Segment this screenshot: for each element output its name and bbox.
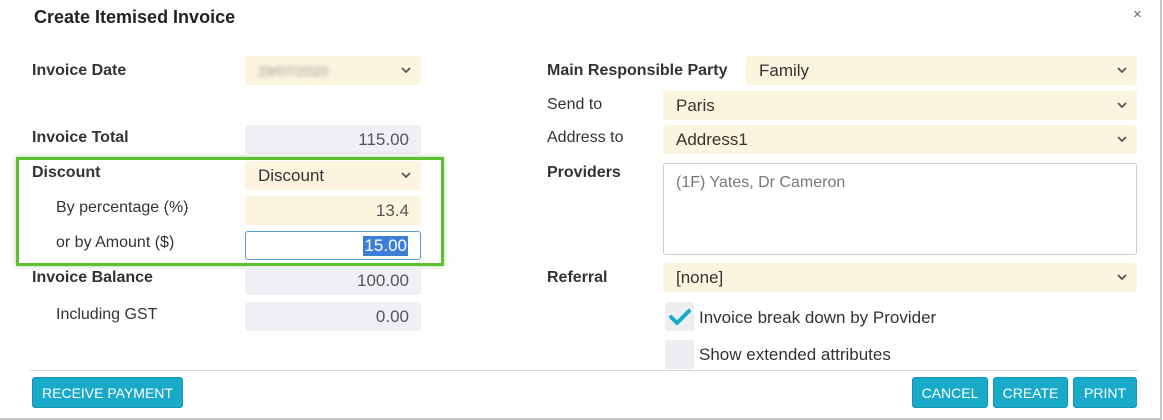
chevron-down-icon	[1117, 136, 1127, 143]
including-gst-label: Including GST	[56, 306, 158, 323]
create-invoice-dialog: Create Itemised Invoice × Invoice Date 2…	[0, 0, 1162, 420]
chevron-down-icon	[401, 67, 411, 74]
by-percentage-input[interactable]: 13.4	[245, 196, 421, 225]
providers-textarea[interactable]: (1F) Yates, Dr Cameron	[663, 163, 1137, 255]
referral-select[interactable]: [none]	[663, 263, 1137, 292]
invoice-total-field: 115.00	[245, 125, 421, 154]
invoice-balance-field: 100.00	[245, 266, 421, 295]
address-to-value: Address1	[676, 129, 748, 149]
main-party-select[interactable]: Family	[746, 56, 1137, 85]
chevron-down-icon	[1117, 102, 1127, 109]
invoice-balance-label: Invoice Balance	[32, 269, 153, 286]
invoice-date-select[interactable]: 29/07/2020	[245, 56, 421, 85]
extended-attributes-label[interactable]: Show extended attributes	[699, 345, 891, 365]
by-amount-label: or by Amount ($)	[56, 234, 175, 251]
main-party-value: Family	[759, 60, 810, 80]
breakdown-checkbox-label[interactable]: Invoice break down by Provider	[699, 308, 936, 328]
receive-payment-button[interactable]: RECEIVE PAYMENT	[32, 377, 183, 408]
send-to-label: Send to	[547, 96, 603, 113]
discount-value: Discount	[258, 165, 325, 185]
discount-select[interactable]: Discount	[245, 161, 421, 190]
providers-value: (1F) Yates, Dr Cameron	[676, 174, 846, 191]
main-party-label: Main Responsible Party	[547, 62, 728, 79]
extended-attributes-checkbox[interactable]	[665, 340, 694, 369]
invoice-date-label: Invoice Date	[32, 62, 127, 79]
dialog-title: Create Itemised Invoice	[34, 7, 236, 27]
referral-value: [none]	[676, 267, 724, 287]
cancel-button[interactable]: CANCEL	[912, 377, 988, 408]
close-icon[interactable]: ×	[1133, 6, 1142, 23]
address-to-label: Address to	[547, 129, 624, 146]
create-button[interactable]: CREATE	[993, 377, 1068, 408]
by-amount-value: 15.00	[363, 235, 408, 256]
send-to-value: Paris	[676, 95, 715, 115]
footer-divider	[30, 370, 1138, 371]
by-percentage-label: By percentage (%)	[56, 199, 189, 216]
by-amount-input[interactable]: 15.00	[245, 231, 421, 260]
chevron-down-icon	[401, 172, 411, 179]
chevron-down-icon	[1117, 274, 1127, 281]
checkmark-icon	[669, 309, 691, 325]
chevron-down-icon	[1117, 67, 1127, 74]
print-button[interactable]: PRINT	[1073, 377, 1137, 408]
send-to-select[interactable]: Paris	[663, 91, 1137, 120]
including-gst-field: 0.00	[245, 302, 421, 331]
discount-label: Discount	[32, 164, 101, 181]
invoice-date-value: 29/07/2020	[258, 62, 329, 79]
referral-label: Referral	[547, 269, 608, 286]
address-to-select[interactable]: Address1	[663, 125, 1137, 154]
invoice-total-label: Invoice Total	[32, 129, 129, 146]
breakdown-checkbox[interactable]	[665, 302, 694, 331]
providers-label: Providers	[547, 164, 621, 181]
